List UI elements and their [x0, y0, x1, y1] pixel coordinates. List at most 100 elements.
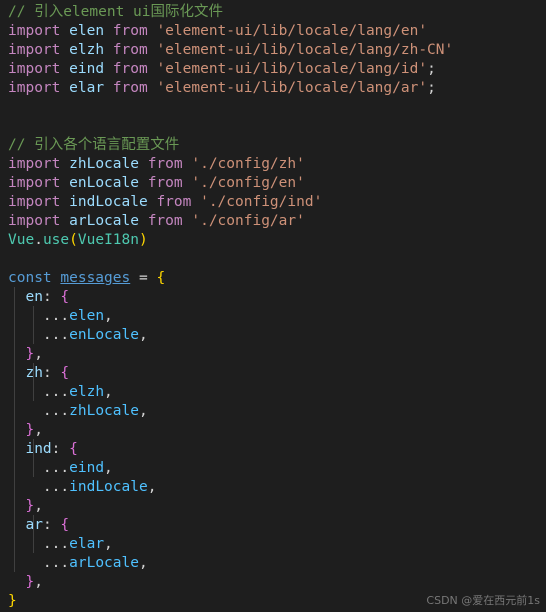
code-line[interactable]: }, — [8, 573, 546, 592]
code-line[interactable]: }, — [8, 345, 546, 364]
code-token: ... — [42, 536, 70, 552]
code-token: , — [34, 498, 43, 514]
code-token: eind — [69, 460, 105, 476]
code-token: import — [8, 213, 61, 229]
code-token: : — [42, 289, 61, 305]
code-token: { — [60, 289, 70, 305]
code-line[interactable]: zh: { — [8, 364, 546, 383]
code-token: zh — [25, 365, 43, 381]
code-token: ... — [42, 555, 70, 571]
code-token: ... — [42, 479, 70, 495]
code-token: { — [69, 441, 78, 457]
code-line[interactable]: ind: { — [8, 440, 546, 459]
code-token: } — [25, 574, 35, 590]
code-token: import — [8, 175, 61, 191]
code-token: './config/en' — [191, 175, 305, 191]
code-token: , — [104, 308, 113, 324]
indent-guide — [14, 287, 15, 572]
code-token: import — [8, 194, 61, 210]
code-line[interactable]: ...arLocale, — [8, 554, 546, 573]
code-token: enLocale — [69, 327, 139, 343]
code-editor[interactable]: // 引入element ui国际化文件 import elen from 'el… — [0, 0, 546, 612]
code-token: import — [8, 156, 61, 172]
code-token: from — [147, 156, 183, 172]
code-line[interactable]: import elen from 'element-ui/lib/locale/… — [8, 22, 546, 41]
code-token: from — [112, 42, 148, 58]
code-line[interactable]: }, — [8, 497, 546, 516]
code-line[interactable]: import arLocale from './config/ar' — [8, 212, 546, 231]
code-token: , — [138, 403, 148, 419]
code-token: ... — [42, 327, 70, 343]
code-token: = — [138, 270, 148, 286]
code-line[interactable]: import indLocale from './config/ind' — [8, 193, 546, 212]
code-token: './config/ar' — [191, 213, 305, 229]
code-token: } — [8, 593, 17, 609]
code-line[interactable]: ...elar, — [8, 535, 546, 554]
code-token: 'element-ui/lib/locale/lang/en' — [156, 23, 428, 39]
code-line[interactable]: import enLocale from './config/en' — [8, 174, 546, 193]
code-token: { — [156, 270, 166, 286]
code-token: , — [34, 574, 43, 590]
code-line[interactable]: ...elen, — [8, 307, 546, 326]
code-content[interactable]: // 引入element ui国际化文件 import elen from 'el… — [0, 0, 546, 611]
code-line[interactable]: ...elzh, — [8, 383, 546, 402]
code-line[interactable]: import zhLocale from './config/zh' — [8, 155, 546, 174]
code-line[interactable]: const messages = { — [8, 269, 546, 288]
code-token: , — [34, 346, 43, 362]
code-line[interactable] — [8, 117, 546, 136]
code-line[interactable]: ...zhLocale, — [8, 402, 546, 421]
code-token: zhLocale — [69, 156, 139, 172]
code-token: ... — [42, 460, 70, 476]
code-token: , — [147, 479, 157, 495]
code-token: elen — [69, 308, 105, 324]
code-line[interactable]: }, — [8, 421, 546, 440]
code-token: } — [25, 346, 35, 362]
indent-guide — [33, 306, 34, 344]
code-token: : — [42, 365, 61, 381]
code-line[interactable] — [8, 98, 546, 117]
code-line[interactable]: en: { — [8, 288, 546, 307]
code-token: from — [112, 61, 148, 77]
code-line[interactable]: ...eind, — [8, 459, 546, 478]
code-token: zhLocale — [69, 403, 139, 419]
code-token: ) — [138, 232, 148, 248]
code-token: use — [42, 232, 70, 248]
code-token: import — [8, 23, 61, 39]
code-line[interactable]: // 引入element ui国际化文件 — [8, 3, 546, 22]
code-line[interactable]: // 引入各个语言配置文件 — [8, 136, 546, 155]
code-token: import — [8, 42, 61, 58]
code-token: ind — [25, 441, 52, 457]
code-line[interactable]: import elzh from 'element-ui/lib/locale/… — [8, 41, 546, 60]
code-token: } — [25, 422, 35, 438]
code-line[interactable]: Vue.use(VueI18n) — [8, 231, 546, 250]
code-token: VueI18n — [77, 232, 139, 248]
code-line[interactable]: import eind from 'element-ui/lib/locale/… — [8, 60, 546, 79]
code-token: import — [8, 61, 61, 77]
code-token: 'element-ui/lib/locale/lang/ar' — [156, 80, 428, 96]
code-token: const — [8, 270, 52, 286]
code-line[interactable]: import elar from 'element-ui/lib/locale/… — [8, 79, 546, 98]
code-line[interactable]: ...indLocale, — [8, 478, 546, 497]
code-token: arLocale — [69, 555, 139, 571]
code-token: './config/ind' — [200, 194, 323, 210]
indent-guide — [33, 515, 34, 553]
code-line[interactable]: ar: { — [8, 516, 546, 535]
code-token: en — [25, 289, 43, 305]
code-line[interactable]: ...enLocale, — [8, 326, 546, 345]
code-token: elzh — [69, 384, 105, 400]
code-line[interactable] — [8, 250, 546, 269]
